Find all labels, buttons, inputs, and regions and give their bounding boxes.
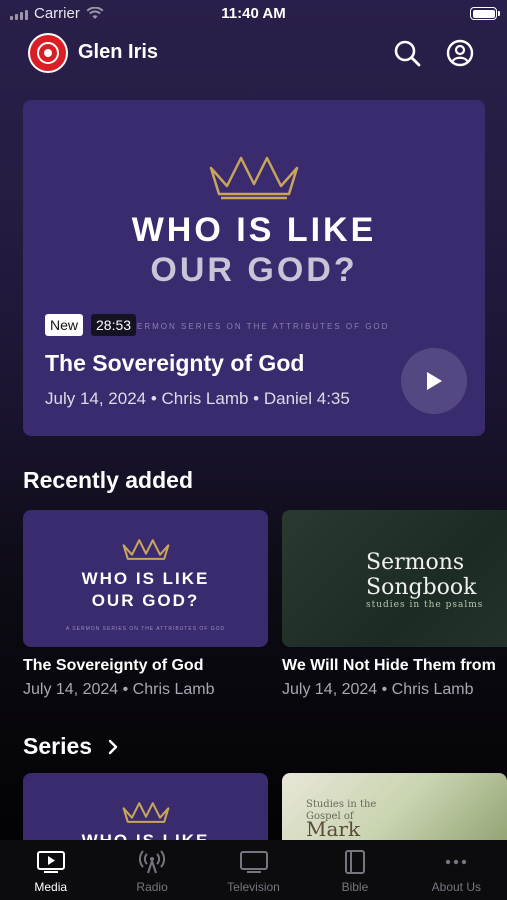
recently-added-heading: Recently added (23, 467, 193, 493)
recent-item-meta: July 14, 2024 • Chris Lamb (23, 681, 215, 698)
hero-meta: July 14, 2024 • Chris Lamb • Daniel 4:35 (45, 389, 350, 408)
tab-bar: Media Radio Television Bible About Us (0, 840, 507, 900)
featured-sermon-card[interactable]: WHO IS LIKE OUR GOD? A SERMON SERIES ON … (23, 100, 485, 436)
tab-media[interactable]: Media (0, 840, 101, 900)
recent-item-meta: July 14, 2024 • Chris Lamb (282, 681, 474, 698)
tab-television[interactable]: Television (203, 840, 304, 900)
hero-art-line1: WHO IS LIKE (131, 211, 377, 249)
search-button[interactable] (392, 38, 422, 68)
church-logo[interactable] (28, 33, 68, 73)
thumb-art-line1: WHO IS LIKE (81, 569, 210, 588)
recent-item-title: We Will Not Hide Them from (282, 657, 496, 674)
crown-icon (209, 156, 299, 200)
status-time: 11:40 AM (221, 5, 286, 22)
hero-artwork-title: WHO IS LIKE OUR GOD? (23, 210, 485, 290)
recent-item-title: The Sovereignty of God (23, 657, 204, 674)
app-header: Glen Iris (0, 32, 507, 74)
thumb-art-title: WHO IS LIKE OUR GOD? (23, 568, 268, 612)
bible-icon (344, 850, 365, 874)
new-badge: New (45, 314, 84, 336)
crown-icon (122, 539, 170, 560)
songbook-line3: studies in the psalms (366, 600, 484, 610)
tab-label: Media (34, 880, 68, 894)
tab-label: About Us (431, 880, 481, 894)
tab-about-us[interactable]: About Us (406, 840, 507, 900)
recent-item-card[interactable]: WHO IS LIKE OUR GOD? A SERMON SERIES ON … (23, 510, 268, 699)
media-icon (36, 851, 65, 873)
songbook-line1: Sermons (366, 550, 465, 575)
series-heading: Series (23, 733, 93, 759)
recent-item-thumbnail: WHO IS LIKE OUR GOD? A SERMON SERIES ON … (23, 510, 268, 647)
mark-line3: Mark (306, 817, 361, 841)
series-header[interactable]: Series (23, 733, 118, 760)
hero-art-line2: OUR GOD? (150, 251, 358, 289)
account-icon (446, 39, 474, 67)
thumb-art-subline: A SERMON SERIES ON THE ATTRIBUTES OF GOD (65, 626, 226, 632)
search-icon (394, 40, 421, 67)
more-icon (446, 859, 467, 865)
radio-icon (139, 850, 166, 874)
account-button[interactable] (445, 38, 475, 68)
status-bar: Carrier 11:40 AM (0, 0, 507, 28)
mark-line1: Studies in the (306, 799, 377, 810)
play-button[interactable] (401, 348, 467, 414)
battery-icon (470, 7, 500, 20)
recent-item-card[interactable]: Sermons Songbook studies in the psalms W… (282, 510, 507, 699)
thumb-art-line2: OUR GOD? (91, 591, 200, 610)
app-title: Glen Iris (78, 41, 159, 63)
crown-icon (122, 802, 170, 823)
hero-badges: New 28:53 (45, 314, 137, 336)
chevron-right-icon (108, 739, 118, 754)
tab-label: Television (227, 880, 280, 894)
hero-title: The Sovereignty of God (45, 350, 305, 376)
tab-label: Radio (136, 880, 168, 894)
tab-label: Bible (341, 880, 369, 894)
mark-artwork: Studies in the Gospel of Mark (306, 799, 377, 841)
tab-radio[interactable]: Radio (101, 840, 202, 900)
songbook-artwork: Sermons Songbook studies in the psalms (366, 550, 483, 610)
recent-item-thumbnail: Sermons Songbook studies in the psalms (282, 510, 507, 647)
play-icon (427, 372, 442, 390)
tab-bible[interactable]: Bible (304, 840, 405, 900)
duration-badge: 28:53 (91, 314, 137, 336)
television-icon (239, 851, 268, 873)
songbook-line2: Songbook (366, 575, 477, 600)
